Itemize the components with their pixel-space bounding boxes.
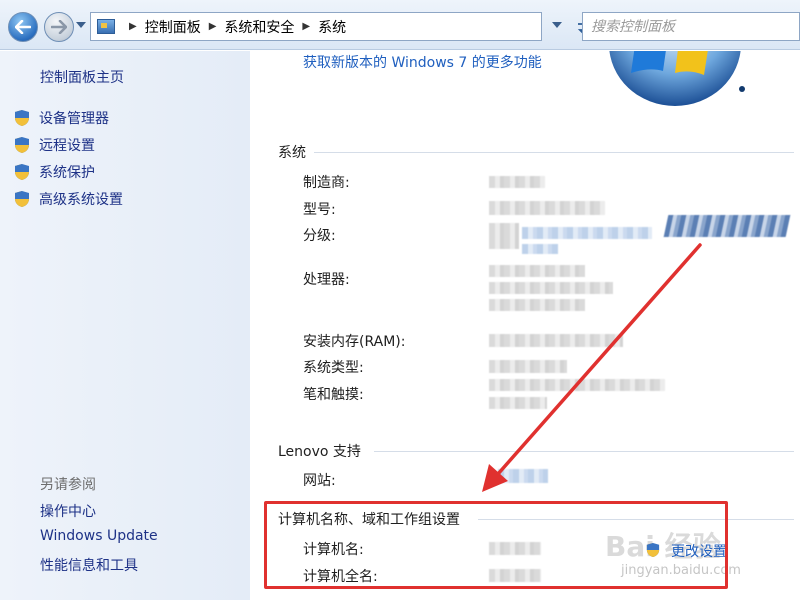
processor-label: 处理器: [303,272,350,288]
address-dropdown-icon[interactable] [552,22,562,28]
section-divider [374,451,794,452]
redacted-value [489,379,665,391]
windows-anytime-upgrade-link[interactable]: 获取新版本的 Windows 7 的更多功能 [303,52,542,72]
sidebar-item-label: 远程设置 [39,138,95,154]
shield-icon [14,190,30,208]
section-divider [314,152,794,153]
search-box[interactable] [582,12,800,41]
ram-label: 安装内存(RAM): [303,334,406,350]
system-section-title: 系统 [278,145,306,161]
breadcrumb[interactable]: ▶ 控制面板 ▶ 系统和安全 ▶ 系统 [90,12,542,41]
manufacturer-label: 制造商: [303,175,350,191]
redacted-value [489,299,585,311]
website-label: 网站: [303,473,336,489]
action-center-link[interactable]: 操作中心 [40,501,96,521]
shield-icon [14,109,30,127]
sidebar-item-advanced-settings[interactable]: 高级系统设置 [14,189,123,209]
sidebar-item-remote-settings[interactable]: 远程设置 [14,135,95,155]
support-section-title: Lenovo 支持 [278,444,361,460]
sidebar-item-device-manager[interactable]: 设备管理器 [14,108,109,128]
redacted-value [489,282,613,294]
sidebar-item-label: 设备管理器 [39,111,109,127]
redacted-link [522,227,652,239]
model-label: 型号: [303,202,336,218]
breadcrumb-system-security[interactable]: 系统和安全 [224,17,294,37]
breadcrumb-system[interactable]: 系统 [318,17,346,37]
chevron-right-icon[interactable]: ▶ [209,21,217,32]
arrow-left-icon [15,20,31,34]
chevron-right-icon[interactable]: ▶ [302,21,310,32]
sidebar-item-label: 高级系统设置 [39,192,123,208]
support-website-link[interactable] [498,469,548,483]
redacted-value [489,223,519,249]
recent-pages-dropdown-icon[interactable] [76,22,86,28]
redacted-value [489,360,567,373]
back-button[interactable] [8,12,38,42]
chevron-right-icon[interactable]: ▶ [129,21,137,32]
control-panel-icon [97,19,115,34]
redacted-value [489,265,585,277]
highlight-box [264,501,728,589]
redacted-value [489,176,545,188]
control-panel-home-link[interactable]: 控制面板主页 [40,67,124,87]
windows-update-link[interactable]: Windows Update [40,528,158,544]
performance-tools-link[interactable]: 性能信息和工具 [40,555,138,575]
pen-touch-label: 笔和触摸: [303,387,364,403]
windows-logo-icon [609,51,745,106]
shield-icon [14,136,30,154]
search-input[interactable] [591,18,781,35]
redacted-value [489,334,623,347]
tasks-pane: 控制面板主页 设备管理器 远程设置 系统保护 高级系统设置 另请参阅 操作中心 … [0,51,250,600]
redacted-value [489,397,547,409]
sidebar-item-system-protection[interactable]: 系统保护 [14,162,95,182]
redacted-value [489,201,605,215]
sidebar-item-label: 系统保护 [39,165,95,181]
address-bar: ▶ 控制面板 ▶ 系统和安全 ▶ 系统 [0,0,800,50]
redacted-link [522,244,558,254]
system-type-label: 系统类型: [303,360,364,376]
breadcrumb-control-panel[interactable]: 控制面板 [145,17,201,37]
oem-logo [663,215,791,237]
shield-icon [14,163,30,181]
forward-button[interactable] [44,12,74,42]
rating-label: 分级: [303,228,336,244]
arrow-right-icon [51,20,67,34]
see-also-heading: 另请参阅 [40,477,96,493]
